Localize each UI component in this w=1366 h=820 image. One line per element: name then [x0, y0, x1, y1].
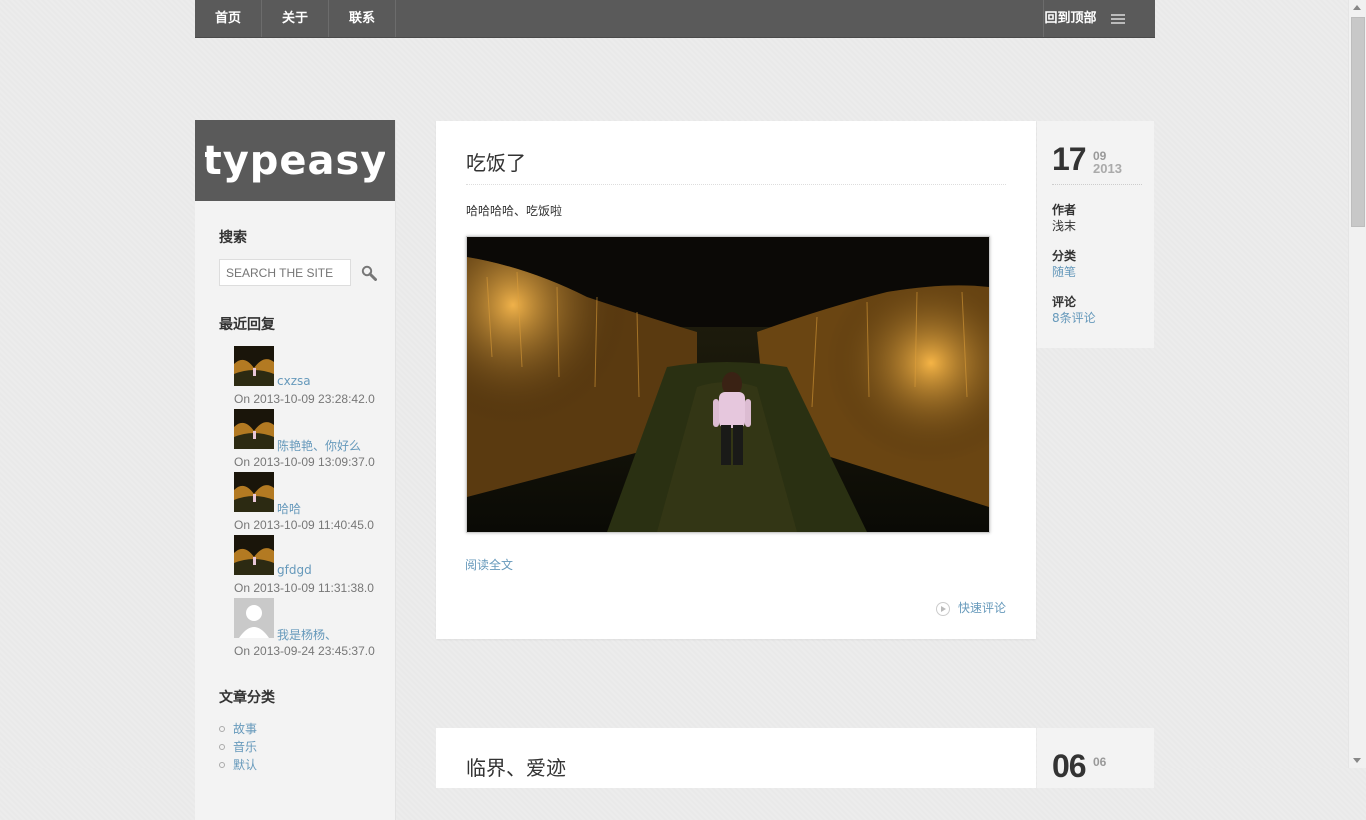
post-card: 临界、爱迹 — [436, 728, 1036, 788]
quick-comment-label: 快速评论 — [957, 601, 1006, 615]
post-image — [466, 236, 990, 533]
recent-replies-title: 最近回复 — [219, 317, 275, 333]
svg-text:typeasy: typeasy — [205, 138, 385, 184]
reply-author-link[interactable]: 哈哈 — [277, 500, 301, 517]
scroll-down-icon[interactable] — [1353, 758, 1361, 763]
page-scrollbar[interactable] — [1348, 0, 1366, 768]
reply-author-link[interactable]: 我是杨杨、 — [277, 626, 337, 643]
post-excerpt: 哈哈哈哈、吃饭啦 — [466, 204, 563, 218]
post-title[interactable]: 吃饭了 — [466, 147, 526, 176]
reply-avatar — [234, 409, 274, 449]
reply-author-link[interactable]: 陈艳艳、你好么 — [277, 437, 361, 454]
scroll-up-icon[interactable] — [1353, 5, 1361, 10]
categories-title: 文章分类 — [219, 690, 275, 706]
menu-icon — [1111, 13, 1125, 24]
back-to-top-label: 回到顶部 — [1044, 11, 1097, 26]
site-logo[interactable]: typeasy — [195, 120, 395, 201]
read-more-link[interactable]: 阅读全文 — [465, 556, 513, 573]
nav-home[interactable]: 首页 — [195, 0, 262, 37]
author-label: 作者 — [1052, 203, 1077, 217]
nav-about[interactable]: 关于 — [262, 0, 329, 37]
scrollbar-thumb[interactable] — [1351, 17, 1365, 227]
post-day: 06 — [1052, 748, 1087, 784]
nav-contact[interactable]: 联系 — [329, 0, 396, 37]
category-link[interactable]: 随笔 — [1052, 263, 1076, 280]
reply-avatar — [234, 472, 274, 512]
reply-avatar — [234, 535, 274, 575]
reply-date: On 2013-10-09 13:09:37.0 — [234, 455, 375, 469]
play-icon — [935, 601, 950, 616]
reply-author-link[interactable]: cxzsa — [277, 374, 311, 388]
search-title: 搜索 — [219, 230, 247, 246]
post-meta: 06 06 — [1037, 728, 1154, 788]
reply-date: On 2013-10-09 11:31:38.0 — [234, 581, 374, 595]
post-day: 17 — [1052, 141, 1087, 177]
reply-date: On 2013-10-09 11:40:45.0 — [234, 518, 374, 532]
comments-link[interactable]: 8条评论 — [1052, 309, 1096, 326]
reply-date: On 2013-10-09 23:28:42.0 — [234, 392, 375, 406]
category-item[interactable]: 故事 — [219, 720, 257, 738]
default-user-avatar-icon — [234, 598, 274, 638]
category-item[interactable]: 音乐 — [219, 738, 257, 756]
reply-author-link[interactable]: gfdgd — [277, 563, 312, 577]
back-to-top-button[interactable]: 回到顶部 — [1043, 0, 1125, 37]
search-input[interactable] — [219, 259, 351, 286]
reply-avatar — [234, 346, 274, 386]
post-title[interactable]: 临界、爱迹 — [466, 752, 566, 781]
sidebar: typeasy 搜索 最近回复 cxzsa On 2013-10-09 23:2… — [195, 120, 396, 820]
post-meta: 17 09 2013 作者 浅末 分类 随笔 评论 8条评论 — [1037, 121, 1154, 348]
meta-divider — [1052, 184, 1142, 185]
author-value: 浅末 — [1052, 219, 1077, 233]
reply-date: On 2013-09-24 23:45:37.0 — [234, 644, 375, 658]
logo-wordmark: typeasy — [205, 138, 385, 184]
post-year: 2013 — [1093, 161, 1122, 176]
comments-label: 评论 — [1052, 295, 1077, 309]
post-divider — [466, 184, 1006, 185]
post-card: 吃饭了 哈哈哈哈、吃饭啦 阅读全文 快速评论 — [436, 121, 1036, 639]
post-month: 06 — [1093, 755, 1107, 769]
search-icon[interactable] — [361, 265, 377, 281]
top-navigation-bar: 首页 关于 联系 回到顶部 — [195, 0, 1155, 38]
category-list: 故事 音乐 默认 — [219, 720, 257, 774]
category-label: 分类 — [1052, 249, 1077, 263]
category-item[interactable]: 默认 — [219, 756, 257, 774]
quick-comment-link[interactable]: 快速评论 — [935, 599, 1006, 616]
